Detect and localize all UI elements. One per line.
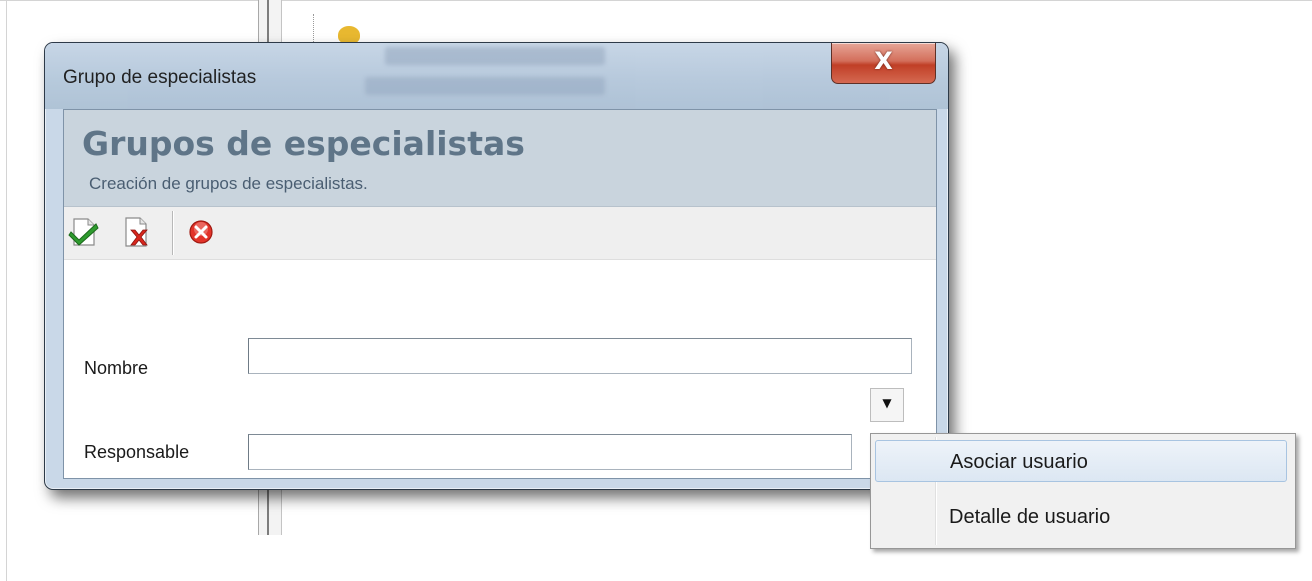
menu-item-label: Asociar usuario (950, 451, 1088, 473)
dialog-title: Grupo de especialistas (63, 67, 257, 88)
dialog-titlebar[interactable]: Grupo de especialistas X (45, 43, 948, 109)
nombre-label: Nombre (84, 358, 149, 378)
close-button[interactable]: X (831, 43, 936, 84)
capture-border-top (0, 0, 1312, 1)
nombre-field[interactable] (248, 338, 912, 374)
responsable-field[interactable] (248, 434, 852, 470)
close-icon: X (874, 47, 893, 75)
form-header: Grupos de especialistas Creación de grup… (64, 110, 936, 207)
page-title: Grupos de especialistas (82, 124, 525, 163)
delete-button[interactable] (120, 215, 154, 249)
grupo-especialistas-dialog: Grupo de especialistas X Grupos de espec… (44, 42, 949, 490)
chevron-down-icon: ▼ (882, 396, 892, 410)
responsable-dropdown-button[interactable]: ▼ (870, 388, 904, 422)
toolbar-separator (172, 211, 173, 255)
context-menu: Asociar usuario Detalle de usuario (870, 433, 1296, 549)
titlebar-blur (365, 77, 605, 95)
menu-item-detalle-usuario[interactable]: Detalle de usuario (875, 496, 1287, 538)
form-toolbar (64, 207, 936, 260)
capture-border-left (6, 0, 7, 581)
dialog-client-area: Grupos de especialistas Creación de grup… (63, 109, 937, 479)
page-subtitle: Creación de grupos de especialistas. (89, 174, 368, 193)
menu-item-label: Detalle de usuario (949, 506, 1111, 528)
cancel-icon (189, 220, 213, 244)
titlebar-blur (385, 47, 605, 65)
menu-item-asociar-usuario[interactable]: Asociar usuario (875, 440, 1287, 482)
accept-button[interactable] (68, 215, 102, 249)
check-document-icon (68, 218, 99, 246)
delete-document-icon (125, 217, 148, 247)
cancel-button[interactable] (184, 215, 218, 249)
responsable-label: Responsable (84, 442, 190, 462)
